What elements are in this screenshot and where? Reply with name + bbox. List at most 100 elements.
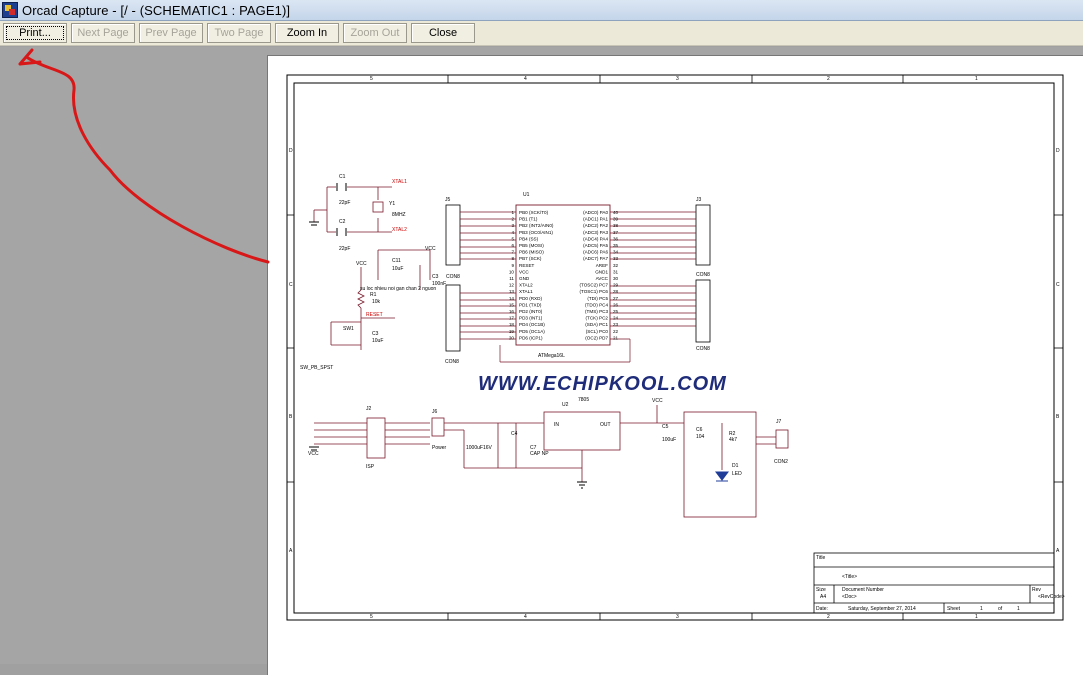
sheet-value: 1 (980, 606, 983, 612)
zone-row-label: B (289, 414, 293, 420)
u2-in: IN (554, 422, 559, 428)
sw1-part: SW_PB_SPST (300, 365, 333, 371)
u1-pin-text: 39 (613, 217, 619, 222)
u1-pin-text: PB3 (OC0/AIN1) (519, 230, 553, 235)
u1-pin-text: PB0 (XCK/T0) (519, 210, 549, 215)
title-block-text: Title <Title> Size A4 Document Number <D… (816, 555, 1065, 612)
doc-label: Document Number (842, 587, 884, 593)
xtal2-net: XTAL2 (392, 227, 407, 233)
zone-row-label: A (1056, 548, 1060, 554)
u1-pin-text: PB7 (SCK) (519, 256, 542, 261)
u1-pin-text: AREF (596, 263, 608, 268)
c3-value: 10uF (372, 338, 383, 344)
u1-pin-text: PD5 (OC1A) (519, 329, 545, 334)
c3-top-label: C3 (432, 274, 439, 280)
zone-row-label: D (1056, 148, 1060, 154)
u1-pin-text: 9 (511, 263, 514, 268)
c1-label: C1 (339, 174, 346, 180)
schematic-drawing: 5 4 3 2 1 5 4 3 2 1 D C B A D C B A C1 2… (18, 48, 1065, 621)
zone-row-label: B (1056, 414, 1060, 420)
sw1-label: SW1 (343, 326, 354, 332)
u1-pin-text: (TCK) PC2 (586, 316, 609, 321)
zone-col-label: 5 (370, 76, 373, 82)
u1-pin-text: PB1 (T1) (519, 217, 538, 222)
u1-pin-text: 1 (511, 210, 514, 215)
u1-pin-text: PB2 (INT2/AIN0) (519, 223, 554, 228)
u1-pin-text: PD0 (RXD) (519, 296, 542, 301)
j3-connector (695, 204, 711, 266)
c5-value: 100uF (662, 437, 676, 443)
zone-row-label: D (289, 148, 293, 154)
u1-pin-text: (ADC0) PA0 (583, 210, 608, 215)
u1-pin-text: 8 (511, 256, 514, 261)
u1-pin-text: (OC2) PD7 (585, 335, 608, 340)
rev-label: Rev (1032, 587, 1041, 593)
cap1000-label: 1000uF16V (466, 445, 493, 451)
of-value: 1 (1017, 606, 1020, 612)
u1-pin-text: (ADC5) PA5 (583, 243, 608, 248)
u1-pin-text: 11 (509, 276, 514, 281)
u1-pin-text: 31 (613, 269, 619, 274)
u1-pin-text: XTAL1 (519, 289, 533, 294)
zone-col-label: 2 (827, 76, 830, 82)
u1-part: ATMega16L (538, 353, 565, 359)
u1-pin-text: 26 (613, 302, 619, 307)
vcc-label: VCC (425, 246, 436, 252)
con8-label: CON8 (696, 272, 710, 278)
zone-col-label: 3 (676, 614, 679, 620)
u1-pin-text: 18 (509, 322, 515, 327)
vcc-label: VCC (652, 398, 663, 404)
d1-label: D1 (732, 463, 739, 469)
u1-pin-text: 20 (509, 335, 515, 340)
u1-pin-text: 13 (509, 289, 515, 294)
crystal-circuit (313, 186, 392, 233)
title-value: <Title> (842, 574, 857, 580)
zone-row-label: C (1056, 282, 1060, 288)
con8-connector (445, 284, 461, 352)
con8-right-connector (695, 279, 711, 343)
con8-label: CON8 (696, 346, 710, 352)
con2-label: CON2 (774, 459, 788, 465)
con8-label: CON8 (445, 359, 459, 365)
u1-pin-text: (TDO) PC4 (585, 302, 608, 307)
zone-col-label: 1 (975, 614, 978, 620)
r1-label: R1 (370, 292, 377, 298)
u1-pin-text: 6 (511, 243, 514, 248)
zone-col-label: 5 (370, 614, 373, 620)
crystal-cap-plates (309, 183, 347, 236)
u1-pin-text: 37 (613, 230, 619, 235)
title-label: Title (816, 555, 825, 561)
u1-pin-text: PD2 (INT0) (519, 309, 543, 314)
zone-col-label: 4 (524, 76, 527, 82)
u1-pin-text: (ADC4) PA4 (583, 236, 608, 241)
u1-pin-text: GND (519, 276, 530, 281)
u1-pin-text: PB4 (SS) (519, 236, 539, 241)
u1-pin-text: 15 (509, 302, 515, 307)
u1-pin-text: GND1 (595, 269, 608, 274)
u1-pin-text: 24 (613, 316, 619, 321)
u1-pin-text: 4 (511, 230, 514, 235)
c2-label: C2 (339, 219, 346, 225)
u1-pin-text: 3 (511, 223, 514, 228)
doc-value: <Doc> (842, 594, 857, 600)
u1-pin-text: (SDA) PC1 (585, 322, 608, 327)
u1-pin-text: (TMS) PC3 (585, 309, 608, 314)
u1-pin-text: 22 (613, 329, 619, 334)
j6-label: J6 (432, 409, 438, 415)
j5-connector (445, 204, 461, 266)
c11-value: 10uF (392, 266, 403, 272)
zone-col-label: 2 (827, 614, 830, 620)
power-circuit (314, 405, 789, 518)
zone-col-label: 3 (676, 76, 679, 82)
u1-pin-text: 7 (511, 250, 514, 255)
of-label: of (998, 606, 1003, 612)
u1-pin-text: 10 (509, 269, 515, 274)
note-text: su loc nhieu noi gan chan 2 nguon (360, 286, 436, 292)
xtal1-net: XTAL1 (392, 179, 407, 185)
u1-pin-text: (ADC1) PA1 (583, 217, 608, 222)
reset-circuit (330, 249, 431, 350)
u1-pin-text: 17 (509, 316, 515, 321)
u1-pin-text: 27 (613, 296, 619, 301)
zone-row-label: C (289, 282, 293, 288)
u1-pin-text: (TOSC2) PC7 (579, 283, 608, 288)
